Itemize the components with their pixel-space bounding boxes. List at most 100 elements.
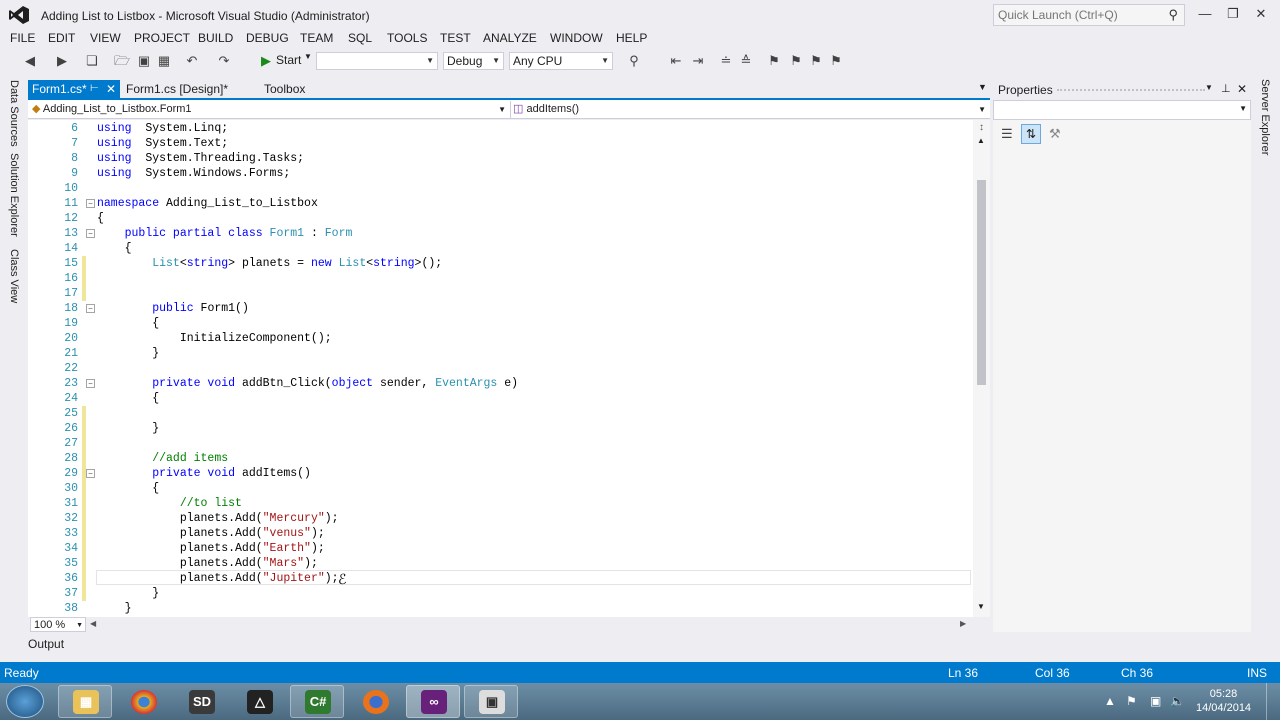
code-line[interactable]: 13− public partial class Form1 : Form [28,226,973,241]
comment-icon[interactable]: ≐ [718,53,734,69]
code-line[interactable]: 7 using System.Text; [28,136,973,151]
menu-team[interactable]: TEAM [300,31,333,45]
code-line[interactable]: 38 } [28,601,973,616]
taskbar-visual-studio[interactable]: ∞ [406,685,460,718]
start-button[interactable]: Start [276,53,301,67]
restore-icon[interactable]: ❐ [1222,4,1244,24]
chevron-down-icon[interactable]: ▼ [304,52,312,61]
tab-toolbox[interactable]: Toolbox [260,80,309,98]
close-icon[interactable]: ✕ [1237,82,1247,96]
class-view-tab[interactable]: Class View [8,249,20,303]
code-line[interactable]: 19 { [28,316,973,331]
solution-explorer-tab[interactable]: Solution Explorer [8,153,20,237]
code-line[interactable]: 37 } [28,586,973,601]
data-sources-tab[interactable]: Data Sources [8,80,20,147]
find-in-files-icon[interactable]: ⚲ [626,53,642,69]
code-line[interactable]: 17 [28,286,973,301]
network-icon[interactable]: ▣ [1150,694,1161,708]
collapse-icon[interactable]: − [86,304,95,313]
pin-icon[interactable]: ⊢ [90,80,99,98]
alphabetical-icon[interactable]: ⇅ [1021,124,1041,144]
menu-project[interactable]: PROJECT [134,31,190,45]
collapse-icon[interactable]: − [86,379,95,388]
code-line[interactable]: 21 } [28,346,973,361]
uncomment-icon[interactable]: ≙ [738,53,754,69]
chevron-down-icon[interactable]: ▼ [1205,83,1213,92]
code-line[interactable]: 15 List<string> planets = new List<strin… [28,256,973,271]
code-line[interactable]: 8 using System.Threading.Tasks; [28,151,973,166]
undo-icon[interactable]: ↶ [184,53,200,69]
navigate-forward-icon[interactable]: ▶ [54,53,70,69]
scroll-right-icon[interactable]: ▶ [960,619,966,628]
taskbar-window[interactable]: ▣ [464,685,518,718]
next-bookmark-icon[interactable]: ⚑ [808,53,824,69]
taskbar-clock[interactable]: 05:28 14/04/2014 [1196,687,1251,715]
split-grip-icon[interactable]: ↕ [977,122,986,134]
code-line[interactable]: 18− public Form1() [28,301,973,316]
code-line[interactable]: 30 { [28,481,973,496]
scroll-down-icon[interactable]: ▼ [977,602,985,611]
code-line[interactable]: 12 { [28,211,973,226]
indent-icon[interactable]: ⇥ [690,53,706,69]
member-combo[interactable]: ◫ addItems() ▼ [510,101,988,118]
code-line[interactable]: 33 planets.Add("venus"); [28,526,973,541]
taskbar-firefox[interactable] [348,685,402,718]
menu-test[interactable]: TEST [440,31,471,45]
scrollbar-thumb[interactable] [977,180,986,385]
code-line[interactable]: 25 [28,406,973,421]
clear-bookmarks-icon[interactable]: ⚑ [828,53,844,69]
solution-config-combo[interactable]: Debug ▼ [443,52,504,70]
start-orb-icon[interactable] [6,685,44,718]
show-hidden-icons-icon[interactable]: ▲ [1104,694,1116,708]
new-project-icon[interactable]: ❏ [84,53,100,69]
type-combo[interactable]: ◆ Adding_List_to_Listbox.Form1 ▼ [32,101,508,118]
menu-build[interactable]: BUILD [198,31,233,45]
menu-view[interactable]: VIEW [90,31,121,45]
code-line[interactable]: 14 { [28,241,973,256]
minimize-icon[interactable]: — [1194,4,1216,24]
code-line[interactable]: 10 [28,181,973,196]
menu-file[interactable]: FILE [10,31,35,45]
tab-form1-design[interactable]: Form1.cs [Design]* [122,80,232,98]
code-line[interactable]: 9 using System.Windows.Forms; [28,166,973,181]
code-line[interactable]: 16 [28,271,973,286]
outdent-icon[interactable]: ⇤ [668,53,684,69]
solution-platform-combo[interactable]: Any CPU ▼ [509,52,613,70]
taskbar-chrome[interactable] [116,685,170,718]
code-line[interactable]: 11− namespace Adding_List_to_Listbox [28,196,973,211]
open-file-icon[interactable]: 🗁 [114,53,130,69]
close-icon[interactable]: ✕ [106,80,116,98]
code-line[interactable]: 26 } [28,421,973,436]
start-debug-icon[interactable]: ▶ [258,53,274,69]
redo-icon[interactable]: ↷ [216,53,232,69]
code-editor[interactable]: 6 using System.Linq; 7 using System.Text; 8 u… [28,120,990,617]
tab-overflow-icon[interactable]: ▼ [978,82,987,92]
properties-object-combo[interactable]: ▼ [993,100,1251,120]
code-line[interactable]: 6 using System.Linq; [28,121,973,136]
vertical-scrollbar[interactable]: ↕ ▲ ▼ [973,120,990,617]
code-line[interactable]: 29− private void addItems() [28,466,973,481]
taskbar-sd[interactable]: SD [174,685,228,718]
save-all-icon[interactable]: ▦ [156,53,172,69]
close-icon[interactable]: ✕ [1250,4,1272,24]
menu-help[interactable]: HELP [616,31,647,45]
save-icon[interactable]: ▣ [136,53,152,69]
debug-target-combo[interactable]: ▼ [316,52,438,70]
drag-grip[interactable] [1057,89,1205,91]
collapse-icon[interactable]: − [86,199,95,208]
code-line[interactable]: 23− private void addBtn_Click(object sen… [28,376,973,391]
tab-form1-cs[interactable]: Form1.cs* ⊢ ✕ [28,80,120,98]
prev-bookmark-icon[interactable]: ⚑ [788,53,804,69]
server-explorer-tab[interactable]: Server Explorer [1259,79,1271,155]
zoom-combo[interactable]: 100 % ▼ [30,617,86,632]
code-line[interactable]: 28 //add items [28,451,973,466]
menu-window[interactable]: WINDOW [550,31,603,45]
show-desktop-button[interactable] [1266,683,1280,720]
code-line[interactable]: 32 planets.Add("Mercury"); [28,511,973,526]
code-line[interactable]: 27 [28,436,973,451]
categorized-icon[interactable]: ☰ [1001,126,1013,142]
property-pages-icon[interactable]: ⚒ [1049,126,1061,142]
menu-edit[interactable]: EDIT [48,31,75,45]
search-icon[interactable]: ⚲ [1168,7,1178,23]
taskbar-explorer[interactable]: ▦ [58,685,112,718]
